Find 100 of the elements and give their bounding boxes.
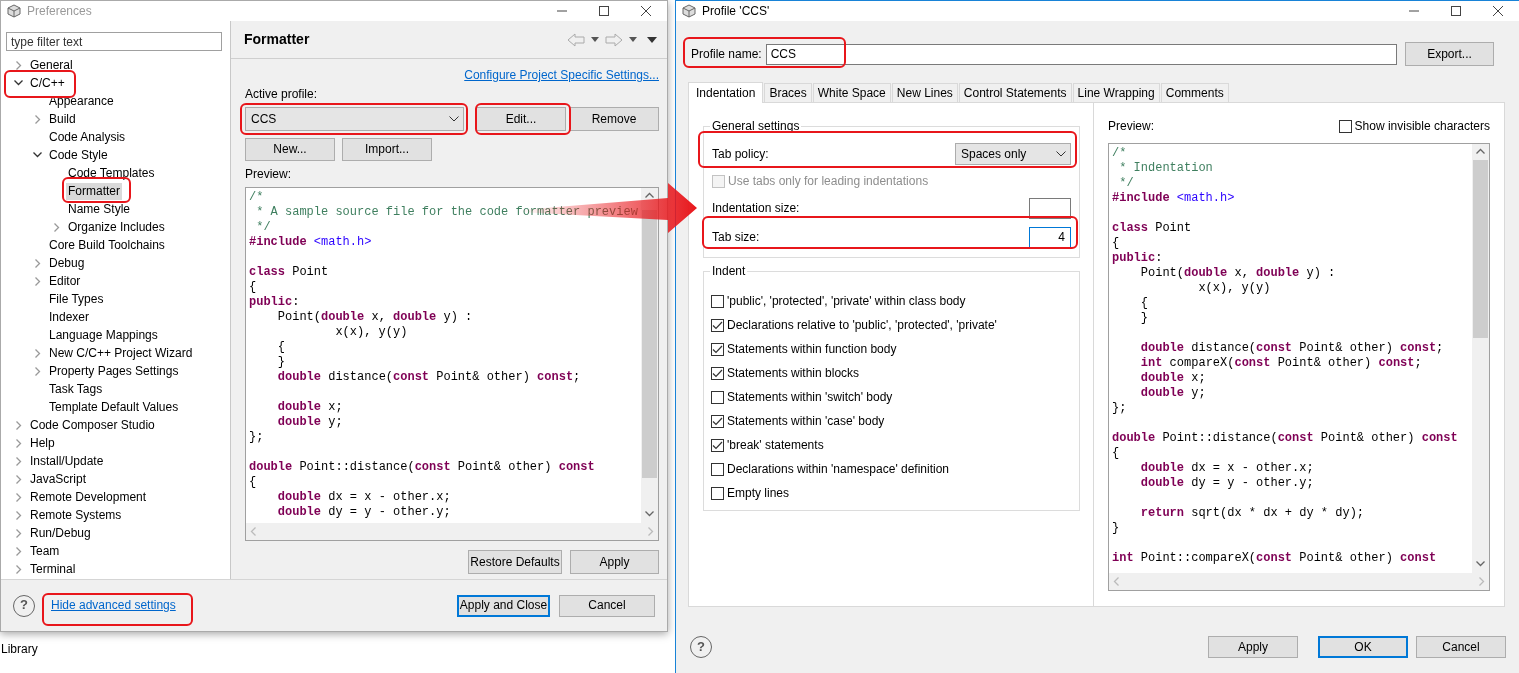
scrollbar-thumb[interactable] bbox=[1473, 160, 1488, 338]
checkbox[interactable] bbox=[711, 486, 724, 500]
tree-item[interactable]: Formatter bbox=[66, 182, 122, 200]
scroll-right-icon[interactable] bbox=[648, 527, 654, 536]
scroll-down-icon[interactable] bbox=[645, 511, 654, 517]
checkbox[interactable] bbox=[711, 438, 724, 452]
horizontal-scrollbar[interactable] bbox=[1109, 573, 1489, 590]
checkbox[interactable] bbox=[711, 342, 724, 356]
tree-item[interactable]: Remote Development bbox=[28, 488, 149, 506]
chevron-right-icon[interactable] bbox=[15, 420, 22, 430]
tree-item[interactable]: Task Tags bbox=[47, 380, 105, 398]
chevron-right-icon[interactable] bbox=[15, 510, 22, 520]
chevron-right-icon[interactable] bbox=[15, 456, 22, 466]
back-arrow-icon[interactable] bbox=[567, 32, 585, 47]
scroll-right-icon[interactable] bbox=[1479, 577, 1485, 586]
vertical-scrollbar[interactable] bbox=[1472, 144, 1489, 573]
ok-button[interactable]: OK bbox=[1318, 636, 1408, 658]
cancel-button[interactable]: Cancel bbox=[559, 594, 655, 617]
forward-arrow-icon[interactable] bbox=[605, 32, 623, 47]
tree-item[interactable]: Property Pages Settings bbox=[47, 362, 181, 380]
number-field[interactable] bbox=[1029, 197, 1071, 219]
tree-item[interactable]: Help bbox=[28, 434, 57, 452]
tree-item[interactable]: Code Analysis bbox=[47, 128, 128, 146]
checkbox[interactable] bbox=[711, 294, 724, 308]
export-button[interactable]: Export... bbox=[1405, 42, 1494, 66]
chevron-right-icon[interactable] bbox=[15, 60, 22, 70]
tree-item[interactable]: Organize Includes bbox=[66, 218, 167, 236]
tab[interactable]: Comments bbox=[1160, 83, 1229, 102]
dropdown-triangle-icon[interactable] bbox=[629, 37, 637, 42]
tree-item[interactable]: Team bbox=[28, 542, 62, 560]
chevron-right-icon[interactable] bbox=[34, 114, 41, 124]
tree-item[interactable]: Code Style bbox=[47, 146, 110, 164]
scroll-left-icon[interactable] bbox=[1113, 577, 1119, 586]
import-button[interactable]: Import... bbox=[342, 138, 432, 161]
tree-item[interactable]: Remote Systems bbox=[28, 506, 124, 524]
checkbox[interactable] bbox=[711, 414, 724, 428]
cancel-button[interactable]: Cancel bbox=[1416, 636, 1506, 658]
chevron-down-icon[interactable] bbox=[14, 80, 23, 86]
chevron-right-icon[interactable] bbox=[34, 276, 41, 286]
profile-name-field[interactable]: CCS bbox=[765, 43, 1397, 65]
tree-item[interactable]: Name Style bbox=[66, 200, 133, 218]
tree-item[interactable]: Appearance bbox=[47, 92, 116, 110]
tree-item[interactable]: Install/Update bbox=[28, 452, 106, 470]
configure-link[interactable]: Configure Project Specific Settings... bbox=[464, 67, 659, 83]
tree-item[interactable]: Template Default Values bbox=[47, 398, 181, 416]
checkbox[interactable] bbox=[711, 390, 724, 404]
tab-policy-dropdown[interactable]: Spaces only bbox=[955, 143, 1071, 165]
scroll-down-icon[interactable] bbox=[1476, 561, 1485, 567]
close-icon[interactable] bbox=[1493, 6, 1503, 16]
chevron-right-icon[interactable] bbox=[34, 258, 41, 268]
tree-item[interactable]: Core Build Toolchains bbox=[47, 236, 167, 254]
apply-button[interactable]: Apply bbox=[1208, 636, 1298, 658]
tree-item[interactable]: Code Templates bbox=[66, 164, 157, 182]
tree-item[interactable]: File Types bbox=[47, 290, 106, 308]
tree-item[interactable]: Language Mappings bbox=[47, 326, 160, 344]
scroll-up-icon[interactable] bbox=[1476, 148, 1485, 154]
horizontal-scrollbar[interactable] bbox=[246, 523, 658, 540]
tree-item[interactable]: Build bbox=[47, 110, 78, 128]
chevron-right-icon[interactable] bbox=[15, 546, 22, 556]
tree-item[interactable]: Indexer bbox=[47, 308, 92, 326]
menu-triangle-icon[interactable] bbox=[647, 36, 657, 43]
advanced-settings-link[interactable]: Hide advanced settings bbox=[51, 598, 176, 613]
tree-item[interactable]: Code Composer Studio bbox=[28, 416, 157, 434]
vertical-scrollbar[interactable] bbox=[641, 188, 658, 523]
chevron-right-icon[interactable] bbox=[53, 222, 60, 232]
tree-item[interactable]: Editor bbox=[47, 272, 83, 290]
chevron-right-icon[interactable] bbox=[34, 366, 41, 376]
remove-button[interactable]: Remove bbox=[569, 107, 659, 131]
tab[interactable]: Control Statements bbox=[958, 83, 1072, 102]
tab[interactable]: New Lines bbox=[891, 83, 958, 102]
tab[interactable]: Braces bbox=[764, 83, 812, 102]
tree-item[interactable]: Debug bbox=[47, 254, 87, 272]
dropdown-triangle-icon[interactable] bbox=[591, 37, 599, 42]
tree-item[interactable]: Library bbox=[1, 642, 38, 656]
new-button[interactable]: New... bbox=[245, 138, 335, 161]
close-icon[interactable] bbox=[641, 6, 651, 16]
restore-defaults-button[interactable]: Restore Defaults bbox=[468, 550, 562, 574]
checkbox[interactable] bbox=[711, 462, 724, 476]
checkbox[interactable] bbox=[1338, 119, 1352, 133]
tab[interactable]: White Space bbox=[812, 83, 891, 102]
tree-item[interactable]: Run/Debug bbox=[28, 524, 93, 542]
apply-and-close-button[interactable]: Apply and Close bbox=[457, 594, 550, 617]
checkbox[interactable] bbox=[711, 366, 724, 380]
scroll-up-icon[interactable] bbox=[645, 192, 654, 198]
chevron-right-icon[interactable] bbox=[15, 564, 22, 574]
apply-button[interactable]: Apply bbox=[570, 550, 659, 574]
profile-dropdown[interactable]: CCS bbox=[245, 107, 464, 131]
chevron-down-icon[interactable] bbox=[33, 152, 42, 158]
maximize-icon[interactable] bbox=[599, 6, 609, 16]
filter-field[interactable]: type filter text bbox=[6, 32, 222, 51]
chevron-right-icon[interactable] bbox=[15, 438, 22, 448]
chevron-right-icon[interactable] bbox=[15, 474, 22, 484]
tree-item[interactable]: General bbox=[28, 56, 75, 74]
chevron-right-icon[interactable] bbox=[15, 528, 22, 538]
tab[interactable]: Indentation bbox=[688, 82, 764, 103]
chevron-right-icon[interactable] bbox=[34, 348, 41, 358]
tree-item[interactable]: JavaScript bbox=[28, 470, 89, 488]
tree-item[interactable]: C/C++ bbox=[28, 74, 67, 92]
tree-item[interactable]: Terminal bbox=[28, 560, 78, 578]
number-field[interactable]: 4 bbox=[1029, 226, 1071, 248]
